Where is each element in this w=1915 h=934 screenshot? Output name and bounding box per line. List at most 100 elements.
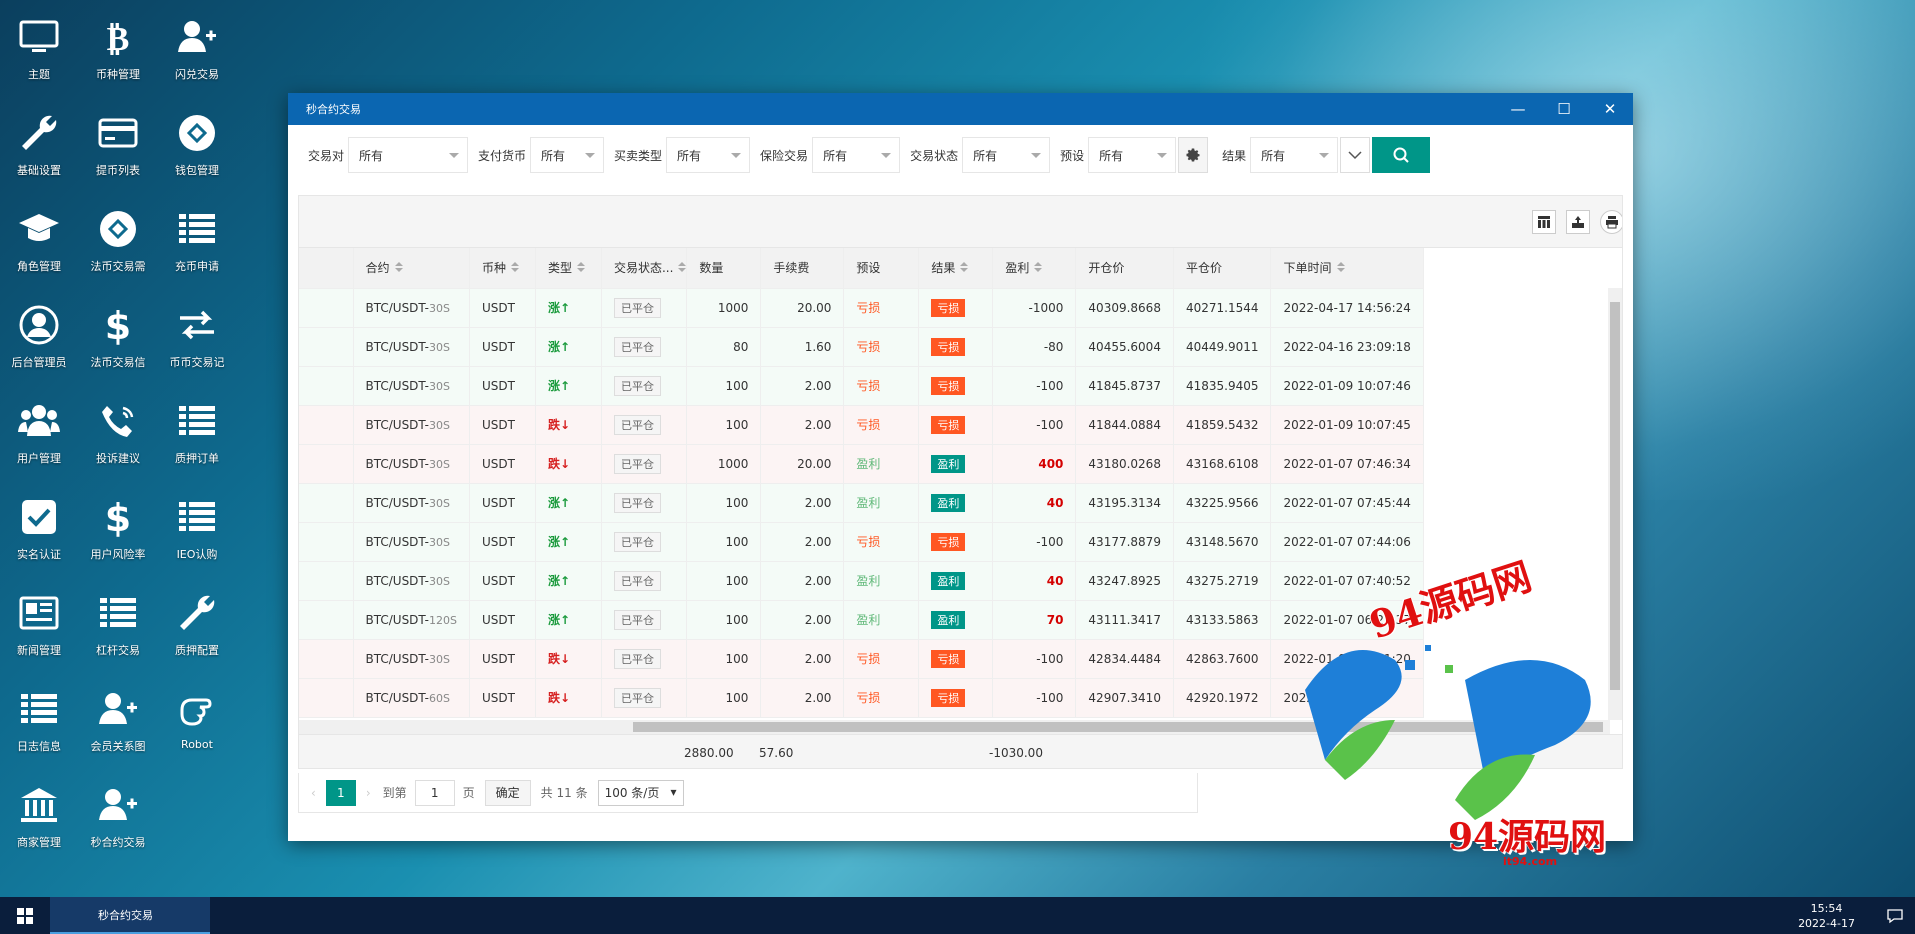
desktop-icon[interactable]: 质押配置: [155, 572, 239, 658]
table-row[interactable]: BTC/USDT-30S USDT 涨↑ 已平仓 100 2.00 亏损 亏损 -100 4317…: [299, 522, 1424, 562]
table-cell: 亏损: [918, 639, 994, 679]
window-titlebar[interactable]: 秒合约交易 — ☐ ✕: [288, 93, 1633, 125]
close-price-text: 43133.5863: [1185, 612, 1259, 627]
desktop-icon[interactable]: 币币交易记: [155, 284, 239, 370]
table-row[interactable]: BTC/USDT-30S USDT 跌↓ 已平仓 100 2.00 亏损 亏损 -100 4283…: [299, 639, 1424, 679]
select-value: 所有: [1261, 148, 1286, 163]
desktop-icon[interactable]: 提币列表: [76, 92, 160, 178]
print-icon: [1606, 216, 1618, 229]
minimize-button[interactable]: —: [1495, 93, 1541, 125]
table-row[interactable]: BTC/USDT-120S USDT 涨↑ 已平仓 100 2.00 盈利 盈利 70 43111…: [299, 600, 1424, 640]
insurance-select[interactable]: 所有: [812, 137, 901, 173]
page-current[interactable]: 1: [325, 779, 356, 806]
desktop-icon[interactable]: 后台管理员: [0, 284, 81, 370]
maximize-button[interactable]: ☐: [1541, 93, 1587, 125]
column-header[interactable]: 币种: [469, 248, 536, 289]
table-cell: USDT: [469, 639, 536, 679]
trade-state-select[interactable]: 所有: [962, 137, 1051, 173]
order-time-text: 2022-01-07 07:45:44: [1283, 495, 1411, 510]
print-button[interactable]: [1600, 210, 1622, 234]
desktop-icon[interactable]: 法币交易需: [76, 188, 160, 274]
desktop-icon[interactable]: 质押订单: [155, 380, 239, 466]
sort-icon[interactable]: [576, 261, 585, 276]
system-clock[interactable]: 15:54 2022-4-17: [1798, 901, 1855, 931]
desktop-icon[interactable]: 钱包管理: [155, 92, 239, 178]
confirm-button[interactable]: 确定: [484, 779, 531, 806]
desktop-icon[interactable]: 实名认证: [0, 476, 81, 562]
column-header[interactable]: 结果: [918, 248, 994, 289]
columns-button[interactable]: [1532, 210, 1556, 234]
sort-icon[interactable]: [1336, 261, 1345, 276]
export-button[interactable]: [1566, 210, 1590, 234]
period-text: 30S: [428, 574, 450, 588]
column-header[interactable]: 类型: [535, 248, 602, 289]
table-cell: [299, 288, 354, 328]
desktop-icon[interactable]: 杠杆交易: [76, 572, 160, 658]
scroll-thumb[interactable]: [633, 722, 1603, 732]
horizontal-scrollbar[interactable]: [299, 720, 1610, 734]
pair-select[interactable]: 所有: [348, 137, 469, 173]
fee-text: 20.00: [797, 456, 832, 471]
desktop-icon[interactable]: IEO认购: [155, 476, 239, 562]
sort-icon[interactable]: [394, 261, 403, 276]
desktop-icon[interactable]: 主题: [0, 0, 81, 82]
sort-icon[interactable]: [960, 261, 969, 276]
result-badge: 盈利: [931, 571, 966, 590]
desktop-icon[interactable]: 充币申请: [155, 188, 239, 274]
goto-page-input[interactable]: 1: [414, 779, 455, 806]
desktop-icon[interactable]: 日志信息: [0, 668, 81, 754]
trade-type-select[interactable]: 所有: [666, 137, 751, 173]
desktop-icon[interactable]: Robot: [155, 668, 239, 754]
search-button[interactable]: [1372, 137, 1431, 173]
desktop-icon[interactable]: $ 用户风险率: [76, 476, 160, 562]
vertical-scrollbar[interactable]: [1608, 288, 1622, 720]
desktop-icon[interactable]: 角色管理: [0, 188, 81, 274]
table-row[interactable]: BTC/USDT-30S USDT 涨↑ 已平仓 100 2.00 亏损 亏损 -100 4184…: [299, 366, 1424, 406]
desktop-icon[interactable]: 新闻管理: [0, 572, 81, 658]
desktop-icon[interactable]: 秒合约交易: [76, 764, 160, 850]
taskbar-item-contract[interactable]: 秒合约交易: [50, 897, 210, 934]
dollar-icon: $: [93, 300, 143, 350]
desktop-icon[interactable]: 会员关系图: [76, 668, 160, 754]
desktop-icon[interactable]: ₿ 币种管理: [76, 0, 160, 82]
pay-currency-select[interactable]: 所有: [530, 137, 605, 173]
next-page-icon[interactable]: ›: [366, 786, 371, 800]
table-row[interactable]: BTC/USDT-30S USDT 跌↓ 已平仓 1000 20.00 盈利 盈利 400 431…: [299, 444, 1424, 484]
table-cell: USDT: [469, 678, 536, 718]
close-button[interactable]: ✕: [1587, 93, 1633, 125]
page-size-select[interactable]: 100 条/页 ▾: [597, 779, 684, 806]
prev-page-icon[interactable]: ‹: [311, 786, 316, 800]
table-cell: [299, 561, 354, 601]
sort-icon[interactable]: [678, 261, 686, 276]
sort-icon[interactable]: [510, 261, 519, 276]
scroll-thumb[interactable]: [1610, 302, 1620, 690]
column-header[interactable]: 盈利: [992, 248, 1077, 289]
table-row[interactable]: BTC/USDT-30S USDT 跌↓ 已平仓 100 2.00 亏损 亏损 -100 4184…: [299, 405, 1424, 445]
desktop-icon[interactable]: 基础设置: [0, 92, 81, 178]
table-cell: 43111.3417: [1075, 600, 1174, 640]
desktop-icon[interactable]: 闪兑交易: [155, 0, 239, 82]
desktop-icon[interactable]: 用户管理: [0, 380, 81, 466]
fee-text: 2.00: [804, 690, 832, 705]
desktop-icon[interactable]: 商家管理: [0, 764, 81, 850]
notification-button[interactable]: [1875, 907, 1915, 925]
table-row[interactable]: BTC/USDT-30S USDT 涨↑ 已平仓 100 2.00 盈利 盈利 40 43247.…: [299, 561, 1424, 601]
expand-filters-button[interactable]: [1340, 137, 1371, 173]
preset-select[interactable]: 所有: [1088, 137, 1177, 173]
wrench-icon: [172, 588, 222, 638]
table-row[interactable]: BTC/USDT-30S USDT 涨↑ 已平仓 100 2.00 盈利 盈利 40 43195.…: [299, 483, 1424, 523]
start-button[interactable]: [0, 897, 50, 934]
table-row[interactable]: BTC/USDT-30S USDT 涨↑ 已平仓 1000 20.00 亏损 亏损 -1000 4…: [299, 288, 1424, 328]
table-row[interactable]: BTC/USDT-30S USDT 涨↑ 已平仓 80 1.60 亏损 亏损 -80 40455.…: [299, 327, 1424, 367]
desktop-icon[interactable]: $ 法币交易信: [76, 284, 160, 370]
table-row[interactable]: BTC/USDT-60S USDT 跌↓ 已平仓 100 2.00 亏损 亏损 -100 4290…: [299, 678, 1424, 718]
settings-button[interactable]: [1178, 137, 1209, 173]
svg-text:₿: ₿: [107, 19, 130, 58]
sort-icon[interactable]: [1034, 261, 1043, 276]
column-header[interactable]: 下单时间: [1270, 248, 1424, 289]
column-header[interactable]: 交易状态...: [601, 248, 688, 289]
column-header[interactable]: 合约: [353, 248, 470, 289]
result-select[interactable]: 所有: [1250, 137, 1339, 173]
desktop-icon-label: 提币列表: [96, 164, 140, 177]
desktop-icon[interactable]: 投诉建议: [76, 380, 160, 466]
